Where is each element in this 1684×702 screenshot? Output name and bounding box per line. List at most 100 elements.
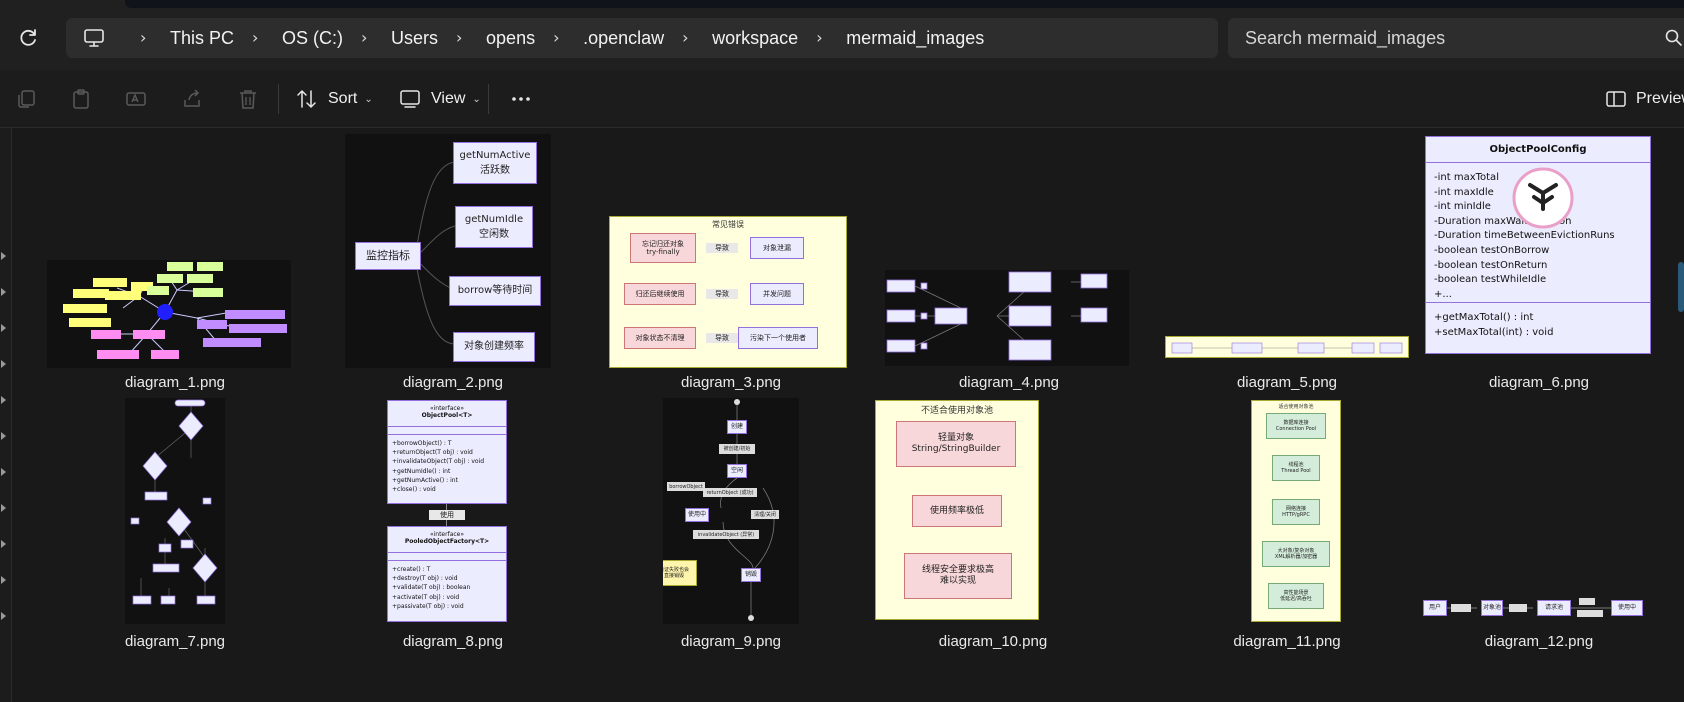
breadcrumb-item[interactable]: workspace xyxy=(712,28,798,49)
computer-icon[interactable] xyxy=(82,26,106,50)
stereotype: «interface» xyxy=(429,531,465,538)
rename-icon[interactable] xyxy=(125,88,147,110)
diagram-title: 适合使用对象池 xyxy=(1278,404,1314,410)
tab-strip xyxy=(125,0,1684,8)
chevron-right-icon[interactable]: › xyxy=(252,30,264,46)
search-placeholder: Search mermaid_images xyxy=(1245,27,1446,48)
chevron-right-icon[interactable]: › xyxy=(816,30,828,46)
expand-icon[interactable] xyxy=(1,324,6,332)
file-tile[interactable]: 常见错误 忘记归还对象 try-finally 导致 对象泄漏 归还后继续使用 … xyxy=(591,134,871,396)
state-node: 创建 xyxy=(727,420,747,434)
state-node: 销毁 xyxy=(741,568,761,582)
diagram-node: borrow等待时间 xyxy=(449,276,541,306)
file-tile[interactable]: 用户 对象池 请求池 使用中 diagram_12.png xyxy=(1421,398,1684,702)
expand-icon[interactable] xyxy=(1,468,6,476)
breadcrumb-item[interactable]: .openclaw xyxy=(583,28,664,49)
expand-icon[interactable] xyxy=(1,288,6,296)
diagram-title: 不适合使用对象池 xyxy=(920,406,993,416)
expand-icon[interactable] xyxy=(1,540,6,548)
breadcrumb-item[interactable]: OS (C:) xyxy=(282,28,343,49)
file-name: diagram_9.png xyxy=(680,633,782,650)
class-method: +close() : void xyxy=(392,486,436,494)
chevron-right-icon[interactable]: › xyxy=(140,30,152,46)
thumbnail-flowchart xyxy=(125,398,225,624)
file-tile[interactable]: «interface» ObjectPool<T> +borrowObject()… xyxy=(313,398,593,702)
thumbnail-flowchart: 监控指标 getNumActive 活跃数 getNumIdle 空闲数 borro… xyxy=(345,134,551,368)
class-method: +invalidateObject(T obj) : void xyxy=(392,458,485,466)
toolbar-separator xyxy=(278,84,279,114)
file-tile[interactable]: diagram_5.png xyxy=(1147,134,1427,396)
expand-icon[interactable] xyxy=(1,576,6,584)
class-method: +validate(T obj) : boolean xyxy=(392,584,471,592)
address-bar: › This PC › OS (C:) › Users › opens › .o… xyxy=(0,8,1684,70)
thumbnail-class-diagram: «interface» ObjectPool<T> +borrowObject()… xyxy=(387,400,507,504)
edge-label: borrowObject xyxy=(667,482,705,491)
chevron-down-icon: ⌄ xyxy=(364,93,373,105)
chevron-right-icon[interactable]: › xyxy=(361,30,373,46)
file-tile[interactable]: 监控指标 getNumActive 活跃数 getNumIdle 空闲数 borro… xyxy=(313,134,593,396)
breadcrumb-item[interactable]: Users xyxy=(391,28,438,49)
more-icon[interactable] xyxy=(510,88,532,110)
class-field: -boolean testWhileIdle xyxy=(1434,274,1547,286)
chevron-right-icon[interactable]: › xyxy=(456,30,468,46)
note: 验证失败也会 直接销毁 xyxy=(663,560,697,586)
class-field: -Duration timeBetweenEvictionRuns xyxy=(1434,230,1615,242)
class-method: +returnObject(T obj) : void xyxy=(392,449,473,457)
edge-label: 被创建/初始 xyxy=(719,444,755,454)
file-tile[interactable]: diagram_1.png xyxy=(35,134,315,396)
file-tile[interactable]: diagram_7.png xyxy=(35,398,315,702)
toolbar-separator xyxy=(488,84,489,114)
class-method: +getMaxTotal() : int xyxy=(1434,312,1534,323)
view-button[interactable]: View ⌄ xyxy=(399,84,481,114)
navigation-pane[interactable] xyxy=(0,128,12,702)
diagram-node: 对象池 xyxy=(1481,600,1503,616)
file-name: diagram_4.png xyxy=(958,374,1060,391)
file-name: diagram_10.png xyxy=(938,633,1048,650)
thumbnail-class-diagram: «interface» PooledObjectFactory<T> +creat… xyxy=(387,526,507,622)
view-icon xyxy=(400,90,420,108)
expand-icon[interactable] xyxy=(1,396,6,404)
file-grid: diagram_1.png 监控指标 getNumActive 活跃数 getNu… xyxy=(13,128,1684,702)
class-field: -boolean testOnBorrow xyxy=(1434,244,1550,256)
refresh-icon[interactable] xyxy=(16,26,40,50)
paste-icon[interactable] xyxy=(70,88,92,110)
expand-icon[interactable] xyxy=(1,252,6,260)
chevron-right-icon[interactable]: › xyxy=(682,30,694,46)
edge-label: 清理/关闭 xyxy=(751,510,779,519)
edge-label: 导致 xyxy=(706,333,738,343)
file-name: diagram_5.png xyxy=(1236,374,1338,391)
search-icon[interactable] xyxy=(1665,29,1683,47)
share-icon[interactable] xyxy=(181,88,203,110)
breadcrumb-item[interactable]: This PC xyxy=(170,28,234,49)
delete-icon[interactable] xyxy=(237,88,259,110)
breadcrumb-item[interactable]: opens xyxy=(486,28,535,49)
breadcrumb[interactable]: › This PC › OS (C:) › Users › opens › .o… xyxy=(66,18,1218,58)
node-line: 活跃数 xyxy=(480,165,510,176)
preview-label: Preview xyxy=(1636,90,1684,107)
file-tile[interactable]: ObjectPoolConfig -int maxTotal -int maxI… xyxy=(1425,134,1684,396)
copy-icon[interactable] xyxy=(15,88,37,110)
preview-button[interactable]: Preview xyxy=(1606,84,1684,114)
thumbnail-state-diagram: 创建 被创建/初始 空闲 borrowObject returnObject (… xyxy=(663,398,799,624)
diagram-node: 大对象/复杂对象 XML解析器/加密器 xyxy=(1262,541,1330,567)
edge-label: returnObject (成功) xyxy=(703,488,757,497)
class-method: +getNumActive() : int xyxy=(392,476,458,484)
class-method: +passivate(T obj) : void xyxy=(392,602,464,610)
class-method: +getNumIdle() : int xyxy=(392,467,451,475)
sort-button[interactable]: Sort ⌄ xyxy=(296,84,373,114)
class-method: +activate(T obj) : void xyxy=(392,593,460,601)
file-tile[interactable]: 不适合使用对象池 轻量对象 String/StringBuilder 使用频率极… xyxy=(869,398,1149,702)
diagram-node: 数据库连接 Connection Pool xyxy=(1266,413,1326,439)
file-tile[interactable]: diagram_4.png xyxy=(869,134,1149,396)
diagram-node: 监控指标 xyxy=(355,242,421,270)
expand-icon[interactable] xyxy=(1,360,6,368)
expand-icon[interactable] xyxy=(1,504,6,512)
expand-icon[interactable] xyxy=(1,612,6,620)
chevron-right-icon[interactable]: › xyxy=(553,30,565,46)
breadcrumb-item[interactable]: mermaid_images xyxy=(846,28,984,49)
expand-icon[interactable] xyxy=(1,432,6,440)
edge-label: 使用 xyxy=(429,510,465,520)
search-input[interactable]: Search mermaid_images xyxy=(1228,18,1684,58)
file-tile[interactable]: 适合使用对象池 数据库连接 Connection Pool 线程池 Thread… xyxy=(1147,398,1427,702)
file-tile[interactable]: 创建 被创建/初始 空闲 borrowObject returnObject (… xyxy=(591,398,871,702)
